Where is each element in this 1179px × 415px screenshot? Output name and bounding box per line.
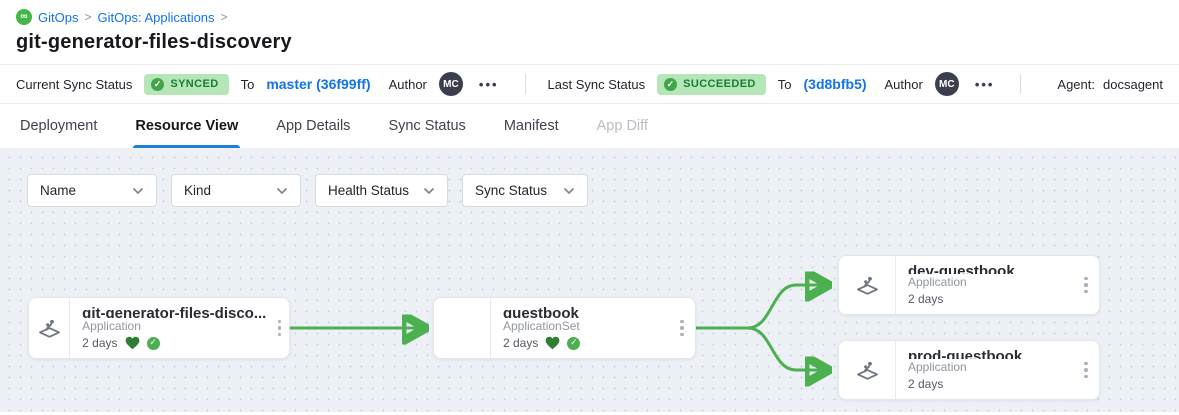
node-body: git-generator-files-disco... Application…: [70, 298, 270, 358]
tab-bar: Deployment Resource View App Details Syn…: [0, 104, 1179, 148]
breadcrumb-gitops-applications[interactable]: GitOps: Applications: [97, 10, 214, 25]
agent-label: Agent:: [1057, 77, 1095, 92]
current-more-menu-icon[interactable]: •••: [475, 77, 503, 92]
node-kind: Application: [908, 359, 1069, 375]
filter-label: Sync Status: [475, 183, 547, 198]
node-age: 2 days: [908, 290, 943, 308]
node-body: prod-guestbook Application 2 days: [896, 341, 1073, 399]
current-author-label: Author: [389, 77, 427, 92]
tab-app-diff: App Diff: [597, 104, 648, 148]
agent-info: Agent: docsagent: [1057, 77, 1163, 92]
last-sync-status-label: Last Sync Status: [548, 77, 646, 92]
page-title: git-generator-files-discovery: [16, 31, 1163, 54]
health-heart-icon: [125, 336, 140, 350]
filter-row: Name Kind Health Status Sync Status: [27, 174, 588, 207]
agent-value: docsagent: [1103, 77, 1163, 92]
gitops-logo-icon: ∞: [16, 9, 32, 25]
page-header: ∞ GitOps > GitOps: Applications > git-ge…: [0, 0, 1179, 64]
filter-name-dropdown[interactable]: Name: [27, 174, 157, 207]
current-to-label: To: [241, 77, 255, 92]
node-age: 2 days: [82, 334, 117, 352]
sync-check-icon: ✓: [567, 337, 580, 350]
check-circle-icon: ✓: [151, 78, 164, 91]
chevron-down-icon: [423, 187, 435, 195]
chevron-down-icon: [563, 187, 575, 195]
node-icon-box: [839, 256, 896, 314]
graph-node-guestbook[interactable]: guestbook ApplicationSet 2 days ✓: [433, 297, 696, 359]
application-deploy-icon: [36, 315, 63, 342]
application-deploy-icon: [854, 357, 881, 384]
node-title: dev-guestbook: [908, 263, 1069, 274]
last-more-menu-icon[interactable]: •••: [971, 77, 999, 92]
node-menu-kebab-icon[interactable]: [1073, 256, 1099, 314]
breadcrumb-separator: >: [221, 10, 228, 24]
badge-label: SYNCED: [170, 78, 218, 90]
application-deploy-icon: [854, 272, 881, 299]
current-sync-status-badge: ✓ SYNCED: [144, 74, 228, 95]
check-circle-icon: ✓: [664, 78, 677, 91]
node-body: guestbook ApplicationSet 2 days ✓: [491, 298, 669, 358]
current-author-avatar[interactable]: MC: [439, 72, 463, 96]
last-revision-link[interactable]: (3d8bfb5): [804, 76, 867, 92]
tab-sync-status[interactable]: Sync Status: [388, 104, 465, 148]
filter-label: Kind: [184, 183, 211, 198]
tab-deployment[interactable]: Deployment: [20, 104, 97, 148]
node-body: dev-guestbook Application 2 days: [896, 256, 1073, 314]
node-kind: ApplicationSet: [503, 318, 665, 334]
tab-manifest[interactable]: Manifest: [504, 104, 559, 148]
edge-appset-to-dev: [697, 285, 826, 328]
node-menu-kebab-icon[interactable]: [1073, 341, 1099, 399]
chevron-down-icon: [276, 187, 288, 195]
node-kind: Application: [908, 274, 1069, 290]
sync-status-bar: Current Sync Status ✓ SYNCED To master (…: [0, 64, 1179, 104]
node-title: git-generator-files-disco...: [82, 305, 266, 318]
node-title: guestbook: [503, 305, 665, 318]
badge-label: SUCCEEDED: [683, 78, 756, 90]
last-sync-status-badge: ✓ SUCCEEDED: [657, 74, 766, 95]
node-icon-box: [29, 298, 70, 358]
graph-node-git-generator[interactable]: git-generator-files-disco... Application…: [28, 297, 290, 359]
node-menu-kebab-icon[interactable]: [270, 298, 289, 358]
current-sync-status-label: Current Sync Status: [16, 77, 132, 92]
current-revision-link[interactable]: master (36f99ff): [266, 76, 370, 92]
tab-app-details[interactable]: App Details: [276, 104, 350, 148]
breadcrumb-separator: >: [84, 10, 91, 24]
chevron-down-icon: [132, 187, 144, 195]
node-menu-kebab-icon[interactable]: [669, 298, 695, 358]
node-kind: Application: [82, 318, 266, 334]
node-age: 2 days: [503, 334, 538, 352]
filter-label: Health Status: [328, 183, 409, 198]
divider: [525, 74, 526, 94]
health-heart-icon: [545, 336, 560, 350]
divider: [1020, 74, 1021, 94]
node-age: 2 days: [908, 375, 943, 393]
edge-appset-to-prod: [697, 328, 826, 370]
node-icon-box: [434, 298, 491, 358]
node-title: prod-guestbook: [908, 348, 1069, 359]
node-icon-box: [839, 341, 896, 399]
resource-graph-canvas[interactable]: Name Kind Health Status Sync Status: [0, 148, 1179, 412]
graph-node-prod-guestbook[interactable]: prod-guestbook Application 2 days: [838, 340, 1100, 400]
breadcrumb-gitops[interactable]: GitOps: [38, 10, 78, 25]
graph-node-dev-guestbook[interactable]: dev-guestbook Application 2 days: [838, 255, 1100, 315]
last-to-label: To: [778, 77, 792, 92]
filter-kind-dropdown[interactable]: Kind: [171, 174, 301, 207]
tab-resource-view[interactable]: Resource View: [135, 104, 238, 148]
last-author-label: Author: [885, 77, 923, 92]
breadcrumb: ∞ GitOps > GitOps: Applications >: [16, 9, 1163, 25]
filter-sync-status-dropdown[interactable]: Sync Status: [462, 174, 588, 207]
filter-label: Name: [40, 183, 76, 198]
filter-health-status-dropdown[interactable]: Health Status: [315, 174, 448, 207]
sync-check-icon: ✓: [147, 337, 160, 350]
last-author-avatar[interactable]: MC: [935, 72, 959, 96]
